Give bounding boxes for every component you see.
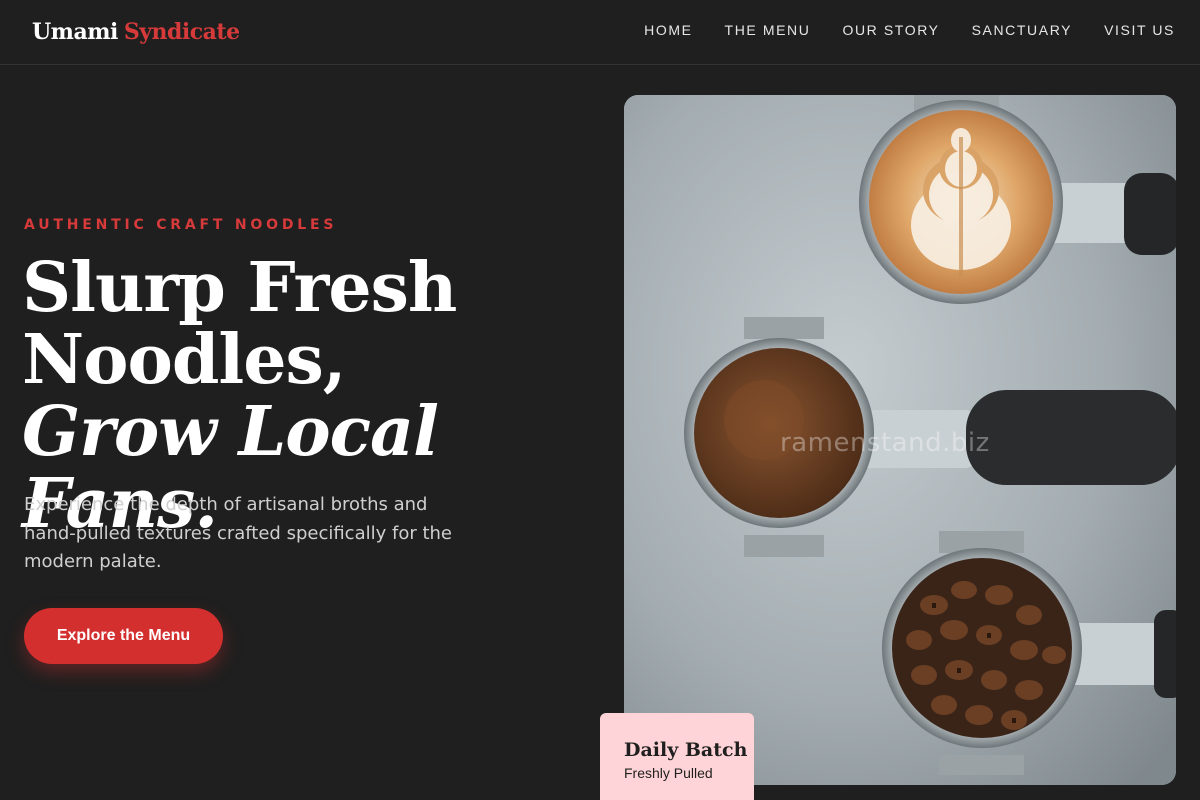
brand-logo[interactable]: Umami Syndicate xyxy=(32,19,240,45)
site-header: Umami Syndicate HOME THE MENU OUR STORY S… xyxy=(0,0,1200,65)
badge-title: Daily Batch xyxy=(624,739,748,761)
hero-eyebrow: AUTHENTIC CRAFT NOODLES xyxy=(24,217,338,233)
image-watermark: ramenstand.biz xyxy=(780,428,990,458)
nav-the-menu[interactable]: THE MENU xyxy=(725,22,811,38)
nav-home[interactable]: HOME xyxy=(644,22,692,38)
badge-subtitle: Freshly Pulled xyxy=(624,765,713,781)
explore-menu-button[interactable]: Explore the Menu xyxy=(24,608,223,664)
hero-description: Experience the depth of artisanal broths… xyxy=(24,494,452,572)
nav-visit-us[interactable]: VISIT US xyxy=(1104,22,1175,38)
nav-our-story[interactable]: OUR STORY xyxy=(842,22,939,38)
headline-line-2: Noodles, xyxy=(22,320,346,400)
brand-name-part1: Umami xyxy=(32,19,118,45)
brand-name-part2: Syndicate xyxy=(123,19,240,45)
headline-line-1: Slurp Fresh xyxy=(22,248,457,328)
daily-batch-badge: Daily Batch Freshly Pulled xyxy=(600,713,754,800)
nav-sanctuary[interactable]: SANCTUARY xyxy=(972,22,1073,38)
main-nav: HOME THE MENU OUR STORY SANCTUARY VISIT … xyxy=(644,22,1175,38)
